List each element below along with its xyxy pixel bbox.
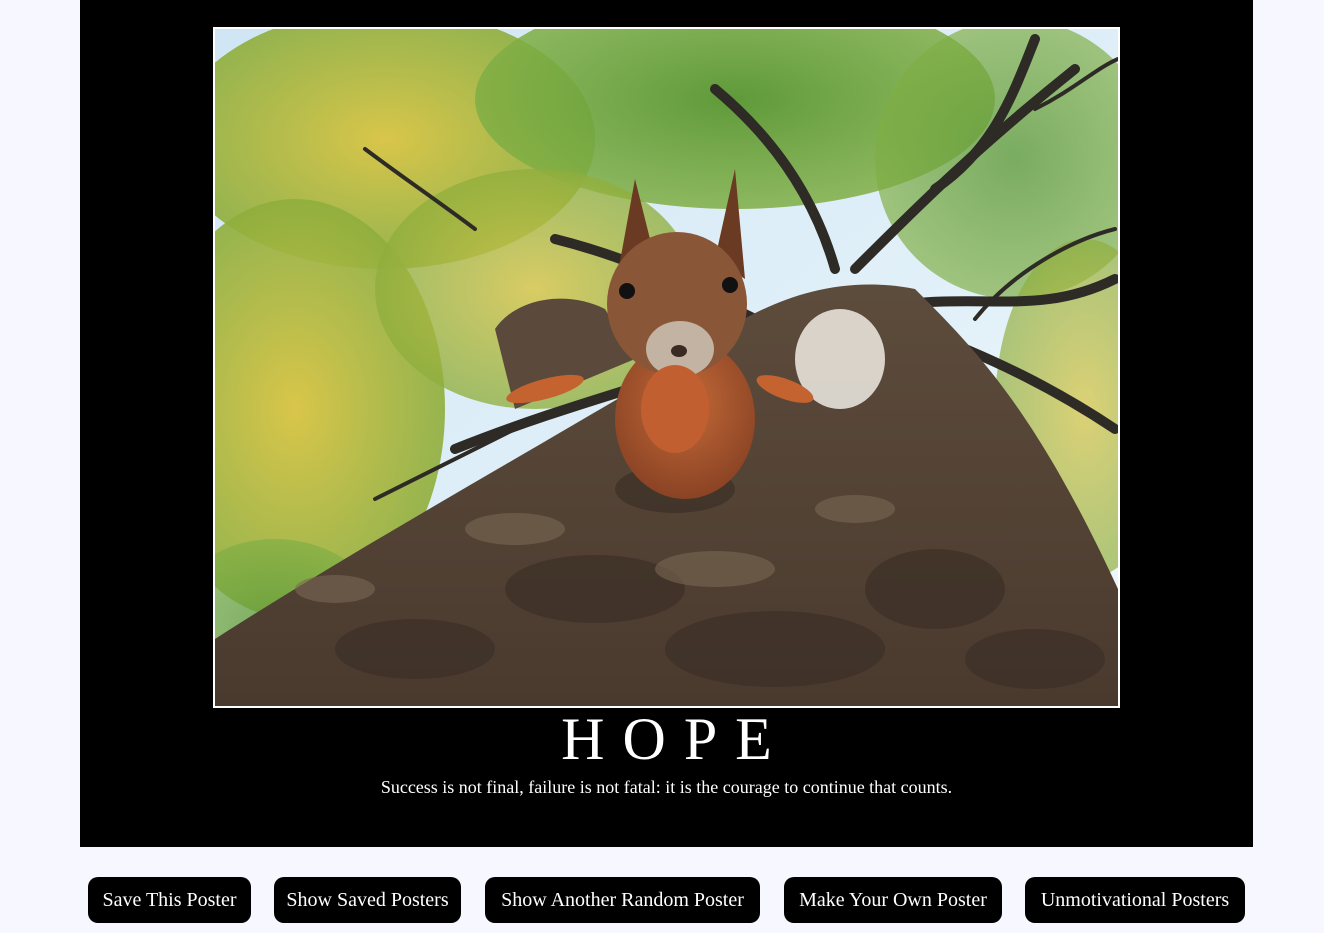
- poster-quote: Success is not final, failure is not fat…: [380, 777, 953, 797]
- save-poster-button[interactable]: Save This Poster: [88, 877, 251, 923]
- unmotivational-posters-button[interactable]: Unmotivational Posters: [1025, 877, 1245, 923]
- poster-title: HOPE: [561, 706, 790, 772]
- show-random-poster-button[interactable]: Show Another Random Poster: [485, 877, 760, 923]
- squirrel-photo-icon: [215, 29, 1118, 706]
- poster-image: [213, 27, 1120, 708]
- show-saved-posters-button[interactable]: Show Saved Posters: [274, 877, 461, 923]
- make-own-poster-button[interactable]: Make Your Own Poster: [784, 877, 1002, 923]
- poster: HOPE Success is not final, failure is no…: [80, 0, 1253, 847]
- button-row: Save This Poster Show Saved Posters Show…: [0, 877, 1324, 923]
